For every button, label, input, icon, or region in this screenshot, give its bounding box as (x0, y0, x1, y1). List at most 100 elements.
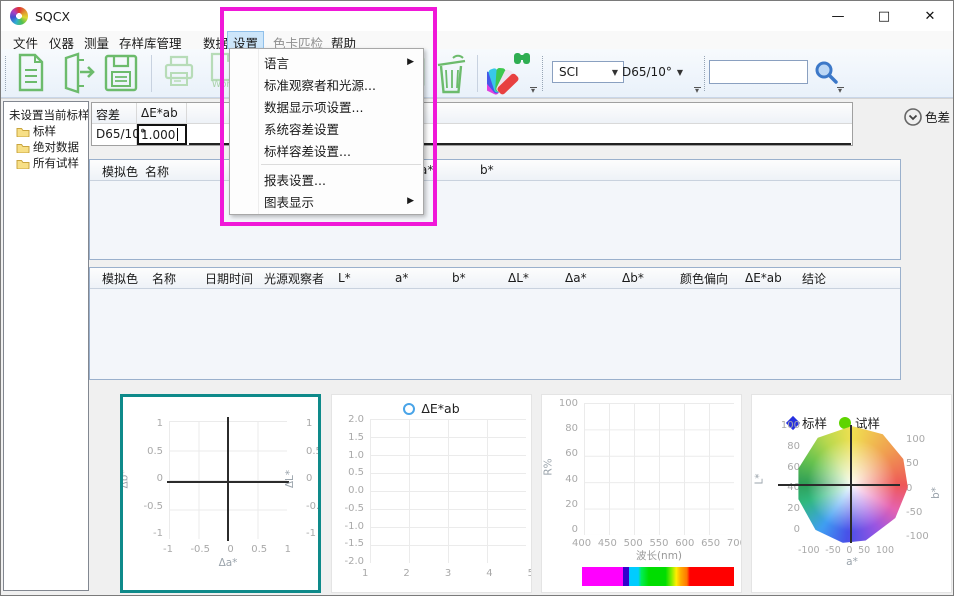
column-header[interactable]: 颜色偏向 (678, 267, 743, 290)
toolbar-overflow-button[interactable]: ▾ (691, 87, 703, 95)
toolbar-grip[interactable] (704, 56, 706, 91)
y-tick: -0.5 (143, 502, 163, 512)
column-header[interactable]: 光源观察者 (262, 267, 336, 290)
tree-root-label[interactable]: 未设置当前标样 (4, 102, 88, 123)
search-input[interactable] (709, 60, 808, 84)
menu-item[interactable]: 图表显示 ▶ (230, 190, 423, 212)
menubar-item[interactable]: 测量 (78, 31, 115, 49)
y-axis-line (227, 417, 229, 541)
left-tick: 60 (787, 463, 800, 473)
column-header[interactable]: 模拟色 (100, 267, 150, 290)
menubar-item[interactable]: 存样库管理 (113, 31, 188, 49)
y-tick: -1.5 (344, 539, 364, 549)
column-header[interactable]: a* (393, 268, 450, 288)
menu-item[interactable]: 报表设置... ▶ (230, 168, 423, 190)
minimize-button[interactable]: — (815, 1, 861, 31)
menu-bar: 文件 仪器 测量 存样库管理 数据 设置 色卡匹检 帮助 (1, 31, 953, 49)
print-icon (159, 52, 199, 92)
tree-folder-item[interactable]: 标样 (4, 123, 88, 139)
color-difference-collapse[interactable]: 色差 (904, 107, 950, 126)
x-tick: 0.5 (251, 545, 267, 555)
menu-item[interactable]: 语言 ▶ (230, 51, 423, 73)
y-axis-label: R% (543, 458, 555, 475)
new-document-icon (13, 52, 49, 94)
y-tick: 0.5 (147, 447, 163, 457)
tree-folder-label: 绝对数据 (33, 139, 79, 155)
column-header[interactable]: 结论 (800, 267, 846, 290)
menubar-item[interactable]: 色卡匹检 (267, 31, 329, 49)
menu-item[interactable]: 系统容差设置 ▶ (230, 117, 423, 139)
column-header[interactable]: Δa* (563, 268, 620, 288)
toolbar-overflow-button[interactable]: ▾ (834, 87, 846, 95)
column-header[interactable]: ΔL* (506, 268, 563, 288)
spectrum-bar (582, 567, 734, 586)
x-tick: 100 (876, 546, 894, 556)
tolerance-header[interactable]: ΔE*ab (137, 103, 187, 123)
save-button[interactable] (101, 52, 141, 96)
column-header[interactable]: b* (480, 163, 494, 177)
export-button[interactable] (57, 52, 97, 96)
print-button[interactable] (159, 52, 199, 96)
right-tick: -50 (906, 508, 922, 518)
left-tick: 80 (787, 442, 800, 452)
y-tick: -0.5 (344, 504, 364, 514)
search-button[interactable] (813, 59, 839, 103)
column-header[interactable]: 日期时间 (203, 267, 262, 290)
submenu-arrow-icon: ▶ (407, 196, 414, 206)
delta-ab-chart[interactable]: Δb* 10.50-0.5-1 -1-0.500.51 Δa* ΔL* 10.5… (120, 394, 321, 593)
menu-item[interactable]: 标样容差设置... ▶ (230, 139, 423, 161)
lab-color-space-chart[interactable]: 标样 试样 L* 100806040200 100500-50-100 b* -… (751, 394, 952, 593)
right-axis-label: b* (930, 487, 942, 499)
x-tick: 50 (858, 546, 870, 556)
reflectance-chart[interactable]: R% 100806040200 400450500550600650700 波长… (541, 394, 742, 593)
y-tick: 1.5 (348, 433, 364, 443)
clipped-y-axis-label: ΔL* (284, 470, 296, 488)
menu-item[interactable]: 标准观察者和光源... ▶ (230, 73, 423, 95)
new-document-button[interactable] (13, 52, 49, 96)
menubar-item[interactable]: 帮助 (325, 31, 362, 49)
tolerance-header[interactable]: 容差 (92, 103, 137, 123)
y-tick: 1 (157, 419, 163, 429)
left-tick: 0 (794, 525, 800, 535)
delete-button[interactable] (431, 52, 473, 96)
maximize-button[interactable]: □ (861, 1, 907, 31)
tolerance-illuminant-cell[interactable]: D65/10° (92, 124, 137, 145)
menubar-item[interactable]: 仪器 (43, 31, 80, 49)
toolbar-overflow-button[interactable]: ▾ (527, 87, 539, 95)
collapse-label: 色差 (925, 107, 950, 126)
tolerance-value-input[interactable]: 1.000 (137, 124, 187, 145)
app-logo-icon (10, 7, 28, 25)
column-header[interactable]: L* (336, 268, 393, 288)
tree-folder-item[interactable]: 绝对数据 (4, 139, 88, 155)
legend-label: ΔE*ab (421, 401, 459, 416)
toolbar-separator (477, 55, 478, 92)
x-tick: 2 (403, 569, 409, 579)
column-header[interactable]: Δb* (620, 268, 678, 288)
submenu-arrow-icon: ▶ (407, 57, 414, 67)
y-tick: 80 (565, 424, 578, 434)
menubar-item[interactable]: 文件 (7, 31, 44, 49)
toolbar-grip[interactable] (5, 56, 7, 91)
toolbar: Word (1, 49, 953, 98)
close-button[interactable]: ✕ (907, 1, 953, 31)
column-header[interactable]: 名称 (150, 267, 203, 290)
menubar-item[interactable]: 设置 (227, 31, 264, 49)
column-header[interactable]: ΔE*ab (743, 268, 800, 288)
column-header[interactable]: 名称 (145, 163, 169, 180)
y-axis-line (850, 425, 852, 543)
toolbar-separator (151, 55, 152, 92)
y-tick: 2.0 (348, 415, 364, 425)
menu-item[interactable]: 数据显示项设置... ▶ (230, 95, 423, 117)
tree-folder-item[interactable]: 所有试样 (4, 155, 88, 171)
column-header[interactable]: b* (450, 268, 506, 288)
save-icon (101, 52, 141, 94)
x-tick: 3 (445, 569, 451, 579)
measure-mode-select[interactable]: SCI ▼ (552, 61, 624, 83)
illuminant-observer-select[interactable]: D65/10° ▼ (616, 61, 688, 83)
legend-label: 标样 (802, 413, 827, 432)
y-tick: 20 (565, 500, 578, 510)
toolbar-grip[interactable] (542, 56, 544, 91)
deltaE-trend-chart[interactable]: ΔE*ab 2.01.51.00.50.0-0.5-1.0-1.5-2.0 12… (331, 394, 532, 593)
right-tick: 50 (906, 459, 919, 469)
column-header[interactable]: 模拟色 (102, 163, 138, 180)
